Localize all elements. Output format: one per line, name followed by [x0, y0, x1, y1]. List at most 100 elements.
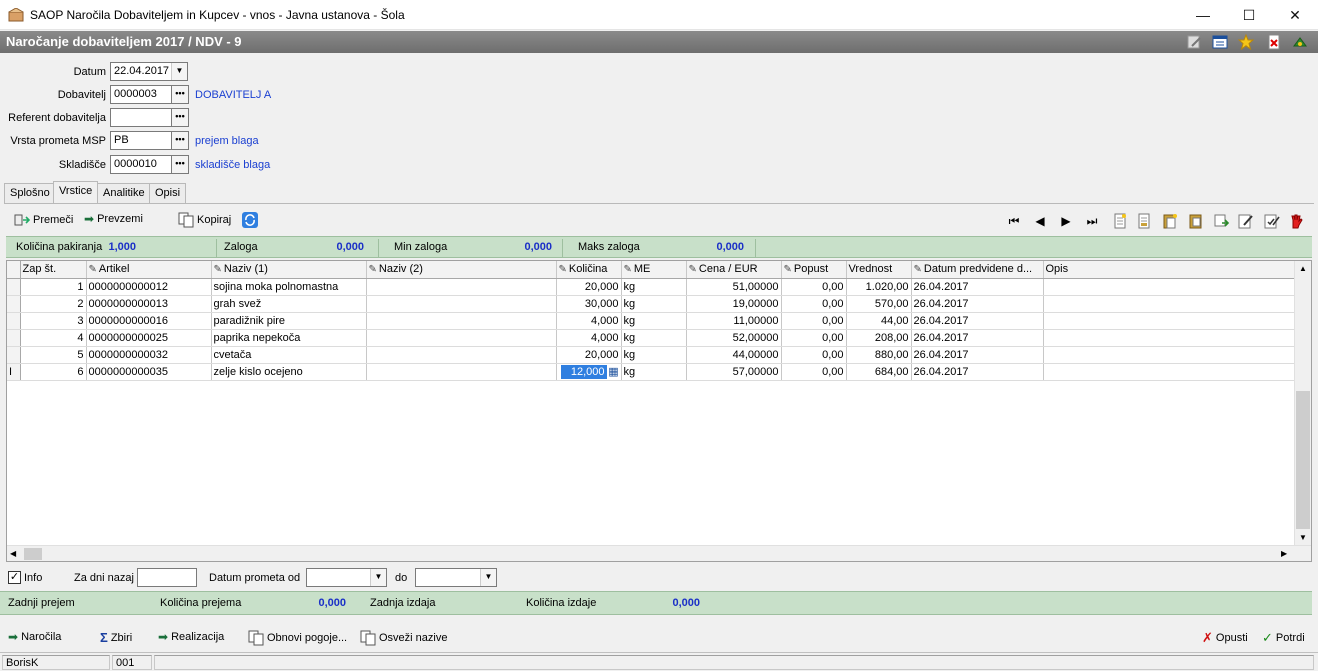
cell-zap[interactable]: 6	[20, 363, 87, 381]
scroll-up-icon[interactable]: ▲	[1299, 264, 1307, 273]
cell-kolicina[interactable]: 4,000	[556, 312, 622, 330]
list-window-icon[interactable]	[1212, 34, 1228, 50]
cell-cena[interactable]: 11,00000	[686, 312, 782, 330]
calculator-icon[interactable]: ▦	[607, 365, 621, 378]
table-row[interactable]: 3 0000000000016 paradižnik pire 4,000 kg 11,0…	[7, 312, 1295, 330]
cell-cena[interactable]: 52,00000	[686, 329, 782, 347]
cell-naziv1[interactable]: zelje kislo ocejeno	[211, 363, 367, 381]
cell-me[interactable]: kg	[621, 278, 687, 296]
check-edit-icon[interactable]	[1264, 213, 1280, 229]
za-dni-nazaj-input[interactable]	[137, 568, 197, 587]
cell-me[interactable]: kg	[621, 363, 687, 381]
row-selector[interactable]	[7, 312, 21, 330]
cell-datum[interactable]: 26.04.2017	[911, 363, 1044, 381]
referent-input[interactable]	[110, 108, 172, 127]
obnovi-pogoje-button[interactable]: Obnovi pogoje...	[248, 630, 347, 646]
cell-zap[interactable]: 4	[20, 329, 87, 347]
cell-naziv2[interactable]	[366, 295, 557, 313]
export-icon[interactable]	[1214, 213, 1230, 229]
prev-record-icon[interactable]: ◀	[1032, 213, 1048, 229]
cell-vrednost[interactable]: 208,00	[846, 329, 912, 347]
row-selector[interactable]: I	[7, 363, 21, 381]
cell-datum[interactable]: 26.04.2017	[911, 329, 1044, 347]
vertical-scrollbar[interactable]: ▲ ▼	[1294, 261, 1311, 545]
horizontal-scrollbar[interactable]: ◀ ▶	[7, 545, 1311, 561]
cell-me[interactable]: kg	[621, 295, 687, 313]
cell-cena[interactable]: 44,00000	[686, 346, 782, 364]
cell-opis[interactable]	[1043, 312, 1295, 330]
tab-splosno[interactable]: Splošno	[4, 183, 56, 203]
skladisce-input[interactable]: 0000010	[110, 155, 172, 174]
cell-kolicina[interactable]: 4,000	[556, 329, 622, 347]
zbiri-button[interactable]: Σ Zbiri	[100, 630, 132, 645]
cell-popust[interactable]: 0,00	[781, 312, 847, 330]
vertical-scroll-thumb[interactable]	[1296, 391, 1310, 529]
cell-kolicina[interactable]: 20,000	[556, 346, 622, 364]
cell-naziv1[interactable]: paradižnik pire	[211, 312, 367, 330]
horizontal-scroll-thumb[interactable]	[24, 548, 42, 560]
cell-naziv2[interactable]	[366, 346, 557, 364]
datum-od-select[interactable]: ▼	[306, 568, 387, 587]
cell-vrednost[interactable]: 880,00	[846, 346, 912, 364]
cell-opis[interactable]	[1043, 363, 1295, 381]
cell-popust[interactable]: 0,00	[781, 295, 847, 313]
row-selector[interactable]	[7, 346, 21, 364]
dobavitelj-lookup-button[interactable]: •••	[171, 85, 189, 104]
kopiraj-button[interactable]: Kopiraj	[178, 212, 231, 228]
cell-zap[interactable]: 5	[20, 346, 87, 364]
cell-cena[interactable]: 57,00000	[686, 363, 782, 381]
cell-naziv1[interactable]: paprika nepekoča	[211, 329, 367, 347]
tab-vrstice[interactable]: Vrstice	[53, 181, 99, 203]
cell-cena[interactable]: 19,00000	[686, 295, 782, 313]
minimize-button[interactable]: —	[1180, 0, 1226, 30]
new-doc-icon[interactable]	[1112, 213, 1128, 229]
col-me[interactable]: ✎ ME	[621, 261, 687, 279]
cell-naziv1[interactable]: cvetača	[211, 346, 367, 364]
edit-icon[interactable]	[1238, 213, 1254, 229]
datum-do-dropdown-icon[interactable]: ▼	[480, 569, 496, 586]
cell-popust[interactable]: 0,00	[781, 346, 847, 364]
datum-od-dropdown-icon[interactable]: ▼	[370, 569, 386, 586]
cell-naziv1[interactable]: sojina moka polnomastna	[211, 278, 367, 296]
cell-artikel[interactable]: 0000000000035	[86, 363, 212, 381]
cell-datum[interactable]: 26.04.2017	[911, 312, 1044, 330]
scroll-right-icon[interactable]: ▶	[1281, 549, 1287, 558]
refresh-icon[interactable]	[242, 212, 258, 228]
cell-zap[interactable]: 1	[20, 278, 87, 296]
cell-me[interactable]: kg	[621, 329, 687, 347]
col-cena[interactable]: ✎ Cena / EUR	[686, 261, 782, 279]
cell-me[interactable]: kg	[621, 346, 687, 364]
col-datum[interactable]: ✎ Datum predvidene d...	[911, 261, 1044, 279]
cell-zap[interactable]: 2	[20, 295, 87, 313]
cell-opis[interactable]	[1043, 295, 1295, 313]
table-row[interactable]: 4 0000000000025 paprika nepekoča 4,000 kg 52,…	[7, 329, 1295, 347]
clipboard-icon[interactable]	[1188, 213, 1204, 229]
cell-me[interactable]: kg	[621, 312, 687, 330]
cell-datum[interactable]: 26.04.2017	[911, 346, 1044, 364]
info-checkbox[interactable]: ✓	[8, 571, 21, 584]
insert-doc-icon[interactable]	[1136, 213, 1152, 229]
cell-popust[interactable]: 0,00	[781, 329, 847, 347]
kolicina-edit-value[interactable]: 12,000	[560, 364, 607, 379]
vrsta-input[interactable]: PB	[110, 131, 172, 150]
cell-vrednost[interactable]: 684,00	[846, 363, 912, 381]
cell-kolicina[interactable]: 12,000 ▦	[556, 363, 622, 381]
last-record-icon[interactable]: ⏭	[1084, 213, 1100, 229]
cell-artikel[interactable]: 0000000000012	[86, 278, 212, 296]
referent-lookup-button[interactable]: •••	[171, 108, 189, 127]
cell-naziv2[interactable]	[366, 278, 557, 296]
cell-datum[interactable]: 26.04.2017	[911, 278, 1044, 296]
cell-opis[interactable]	[1043, 346, 1295, 364]
table-row[interactable]: 2 0000000000013 grah svež 30,000 kg 19,00000 0…	[7, 295, 1295, 313]
potrdi-button[interactable]: ✓ Potrdi	[1262, 630, 1305, 646]
cell-vrednost[interactable]: 44,00	[846, 312, 912, 330]
cell-opis[interactable]	[1043, 329, 1295, 347]
col-popust[interactable]: ✎ Popust	[781, 261, 847, 279]
datum-input[interactable]: 22.04.2017 ▼	[110, 62, 188, 81]
cell-naziv1[interactable]: grah svež	[211, 295, 367, 313]
favorite-star-icon[interactable]	[1238, 34, 1254, 50]
narocila-button[interactable]: ➡ Naročila	[8, 630, 61, 644]
cell-kolicina[interactable]: 30,000	[556, 295, 622, 313]
premeci-button[interactable]: Premeči	[14, 212, 73, 228]
osvezi-nazive-button[interactable]: Osveži nazive	[360, 630, 447, 646]
